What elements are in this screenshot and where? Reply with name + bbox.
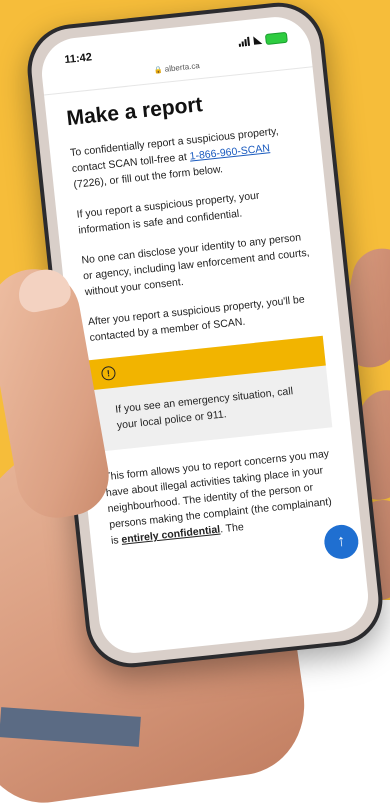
- status-icons: ◣: [238, 31, 288, 47]
- signal-icon: [238, 36, 251, 47]
- emergency-alert: ! If you see an emergency situation, cal…: [88, 335, 333, 452]
- phone-screen: 11:42 ◣ 🔒alberta.ca Make a report To con…: [38, 13, 372, 657]
- intro-paragraph: To confidentially report a suspicious pr…: [69, 121, 305, 193]
- arrow-up-icon: ↑: [336, 532, 347, 551]
- wifi-icon: ◣: [253, 34, 262, 46]
- safe-paragraph: If you report a suspicious property, you…: [76, 189, 261, 237]
- lock-icon: 🔒: [153, 66, 164, 75]
- url-text: alberta.ca: [164, 61, 201, 74]
- scroll-to-top-button[interactable]: ↑: [322, 523, 361, 561]
- status-time: 11:42: [63, 51, 93, 67]
- battery-icon: [264, 31, 288, 45]
- info-icon: !: [100, 365, 117, 381]
- contacted-paragraph: After you report a suspicious property, …: [87, 293, 306, 345]
- form-intro-text: This form allows you to report concerns …: [103, 447, 333, 532]
- form-intro-end: . The: [219, 521, 245, 536]
- disclose-paragraph: No one can disclose your identity to any…: [80, 231, 311, 299]
- form-intro-paragraph: This form allows you to report concerns …: [103, 445, 342, 549]
